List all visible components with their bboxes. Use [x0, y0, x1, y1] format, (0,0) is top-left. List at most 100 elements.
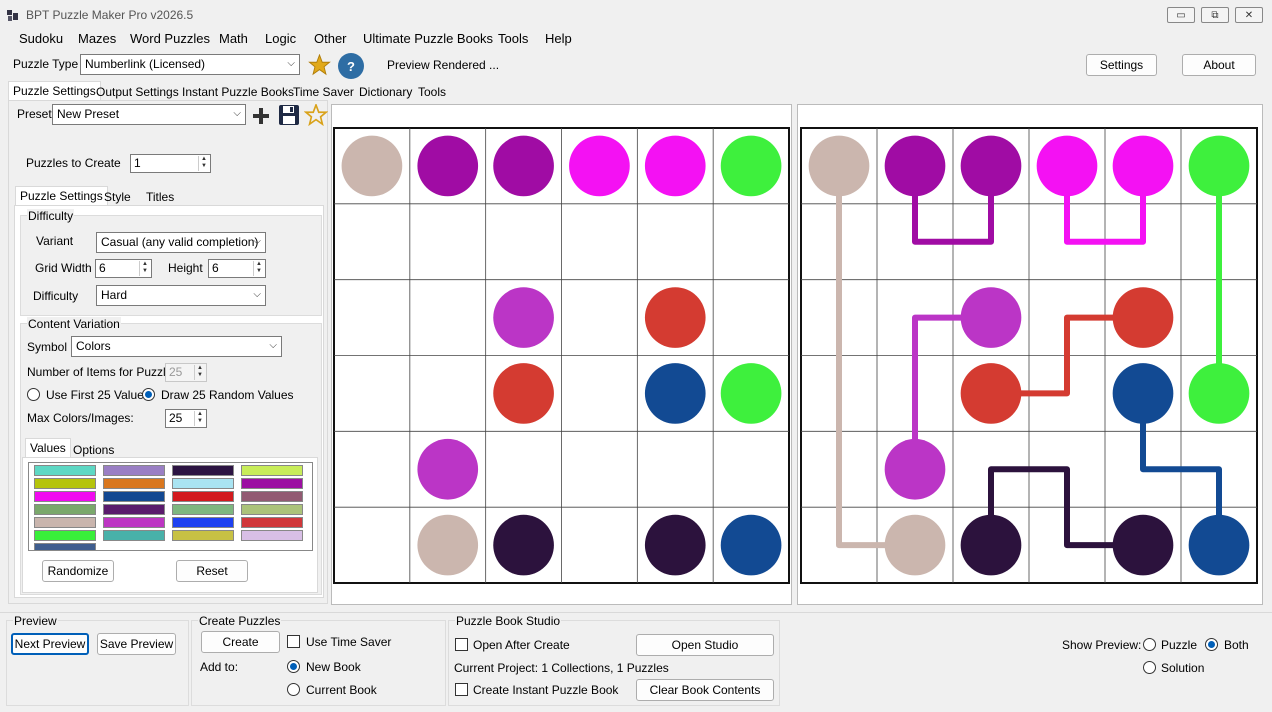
show-puzzle-radio[interactable]: [1143, 638, 1156, 651]
maximize-button[interactable]: ⧉: [1201, 7, 1229, 23]
create-instant-book-label[interactable]: Create Instant Puzzle Book: [473, 683, 618, 697]
favorite-star-icon[interactable]: [308, 54, 331, 76]
puzzles-to-create-input[interactable]: 1 ▲ ▼: [130, 154, 211, 173]
show-solution-label[interactable]: Solution: [1161, 661, 1204, 675]
new-book-label[interactable]: New Book: [306, 660, 361, 674]
subtab-style[interactable]: Style: [99, 187, 136, 206]
menu-ultimate-puzzle-books[interactable]: Ultimate Puzzle Books: [363, 31, 493, 46]
color-swatch[interactable]: [34, 504, 96, 515]
close-button[interactable]: ✕: [1235, 7, 1263, 23]
spinner-arrows-icon[interactable]: ▲ ▼: [194, 411, 205, 426]
color-swatch[interactable]: [34, 530, 96, 541]
tab-time-saver[interactable]: Time Saver: [288, 82, 359, 101]
tab-values[interactable]: Values: [25, 438, 71, 457]
show-both-radio[interactable]: [1205, 638, 1218, 651]
clear-book-contents-button[interactable]: Clear Book Contents: [636, 679, 774, 701]
current-book-radio[interactable]: [287, 683, 300, 696]
color-swatch[interactable]: [241, 530, 303, 541]
color-swatch[interactable]: [34, 491, 96, 502]
color-swatch-grid[interactable]: [28, 462, 313, 551]
color-swatch[interactable]: [241, 517, 303, 528]
color-swatch[interactable]: [172, 478, 234, 489]
create-button[interactable]: Create: [201, 631, 280, 653]
spinner-arrows-icon[interactable]: ▲ ▼: [253, 261, 264, 276]
help-icon[interactable]: ?: [338, 53, 364, 79]
subtab-titles[interactable]: Titles: [141, 187, 179, 206]
puzzle-type-value: Numberlink (Licensed): [85, 57, 206, 71]
color-swatch[interactable]: [172, 491, 234, 502]
tab-puzzle-settings[interactable]: Puzzle Settings: [8, 81, 101, 100]
symbol-select[interactable]: Colors ⌵: [71, 336, 282, 357]
next-preview-button[interactable]: Next Preview: [11, 633, 89, 655]
color-swatch[interactable]: [103, 491, 165, 502]
settings-button[interactable]: Settings: [1086, 54, 1157, 76]
new-book-radio[interactable]: [287, 660, 300, 673]
randomize-button[interactable]: Randomize: [42, 560, 114, 582]
tab-tools[interactable]: Tools: [413, 82, 451, 101]
save-preset-icon[interactable]: [278, 104, 300, 126]
difficulty-select[interactable]: Hard ⌵: [96, 285, 266, 306]
color-swatch[interactable]: [103, 504, 165, 515]
preset-select[interactable]: New Preset ⌵: [52, 104, 246, 125]
menu-help[interactable]: Help: [545, 31, 572, 46]
color-swatch[interactable]: [103, 478, 165, 489]
solution-grid[interactable]: [799, 126, 1259, 585]
create-instant-book-checkbox[interactable]: [455, 683, 468, 696]
open-after-create-checkbox[interactable]: [455, 638, 468, 651]
variant-select[interactable]: Casual (any valid completion) ⌵: [96, 232, 266, 253]
reset-button[interactable]: Reset: [176, 560, 248, 582]
show-both-label[interactable]: Both: [1224, 638, 1249, 652]
menu-other[interactable]: Other: [314, 31, 347, 46]
dot-red: [493, 363, 554, 424]
color-swatch[interactable]: [241, 491, 303, 502]
dot-green: [720, 135, 782, 197]
max-colors-input[interactable]: 25 ▲ ▼: [165, 409, 207, 428]
color-swatch[interactable]: [172, 465, 234, 476]
favorite-preset-icon[interactable]: [304, 104, 328, 126]
grid-width-input[interactable]: 6 ▲ ▼: [95, 259, 152, 278]
menu-sudoku[interactable]: Sudoku: [19, 31, 63, 46]
color-swatch[interactable]: [172, 530, 234, 541]
show-solution-radio[interactable]: [1143, 661, 1156, 674]
color-swatch[interactable]: [34, 478, 96, 489]
tab-dictionary[interactable]: Dictionary: [354, 82, 417, 101]
minimize-button[interactable]: ▭: [1167, 7, 1195, 23]
menu-mazes[interactable]: Mazes: [78, 31, 116, 46]
show-puzzle-label[interactable]: Puzzle: [1161, 638, 1197, 652]
color-swatch[interactable]: [172, 504, 234, 515]
color-swatch[interactable]: [103, 465, 165, 476]
puzzle-type-select[interactable]: Numberlink (Licensed) ⌵: [80, 54, 300, 75]
puzzle-grid[interactable]: [332, 126, 791, 585]
height-input[interactable]: 6 ▲ ▼: [208, 259, 266, 278]
add-preset-icon[interactable]: [252, 107, 270, 125]
color-swatch[interactable]: [172, 517, 234, 528]
save-preview-button[interactable]: Save Preview: [97, 633, 176, 655]
use-time-saver-checkbox[interactable]: [287, 635, 300, 648]
tab-instant-puzzle-books[interactable]: Instant Puzzle Books: [177, 82, 299, 101]
spinner-arrows-icon[interactable]: ▲ ▼: [198, 156, 209, 171]
menu-math[interactable]: Math: [219, 31, 248, 46]
about-button[interactable]: About: [1182, 54, 1256, 76]
open-studio-button[interactable]: Open Studio: [636, 634, 774, 656]
spinner-arrows-icon[interactable]: ▲ ▼: [139, 261, 150, 276]
tab-output-settings[interactable]: Output Settings: [91, 82, 184, 101]
color-swatch[interactable]: [34, 465, 96, 476]
color-swatch[interactable]: [241, 465, 303, 476]
menu-word-puzzles[interactable]: Word Puzzles: [130, 31, 210, 46]
menu-logic[interactable]: Logic: [265, 31, 296, 46]
color-swatch[interactable]: [34, 543, 96, 550]
subtab-puzzle-settings[interactable]: Puzzle Settings: [15, 186, 108, 205]
use-time-saver-label[interactable]: Use Time Saver: [306, 635, 391, 649]
color-swatch[interactable]: [241, 478, 303, 489]
open-after-create-label[interactable]: Open After Create: [473, 638, 570, 652]
use-first-radio[interactable]: [27, 388, 40, 401]
color-swatch[interactable]: [241, 504, 303, 515]
current-book-label[interactable]: Current Book: [306, 683, 377, 697]
color-swatch[interactable]: [34, 517, 96, 528]
draw-random-label[interactable]: Draw 25 Random Values: [161, 388, 294, 402]
use-first-label[interactable]: Use First 25 Values: [46, 388, 150, 402]
menu-tools[interactable]: Tools: [498, 31, 528, 46]
draw-random-radio[interactable]: [142, 388, 155, 401]
color-swatch[interactable]: [103, 517, 165, 528]
color-swatch[interactable]: [103, 530, 165, 541]
